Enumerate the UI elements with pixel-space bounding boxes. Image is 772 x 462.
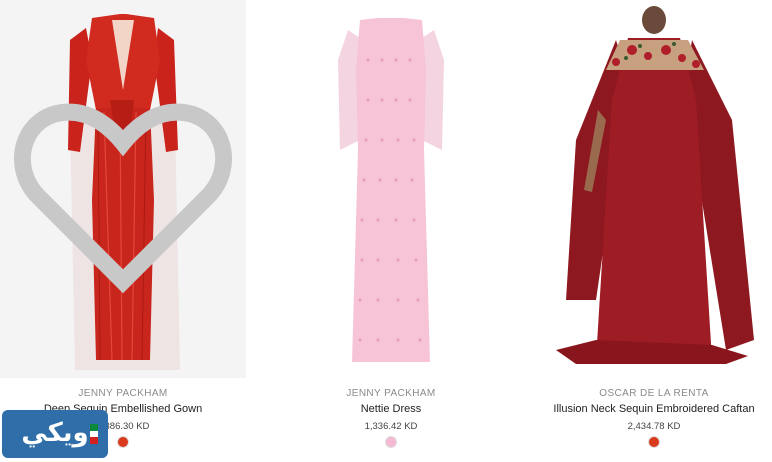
product-card[interactable]: JENNY PACKHAM Nettie Dress 1,336.42 KD <box>268 0 514 462</box>
pink-dress-image <box>268 0 514 378</box>
heart-icon[interactable] <box>0 0 246 378</box>
product-grid: JENNY PACKHAM Deep Sequin Embellished Go… <box>0 0 772 462</box>
product-image[interactable] <box>0 0 246 378</box>
product-brand: OSCAR DE LA RENTA <box>599 388 709 399</box>
product-image[interactable] <box>536 0 772 378</box>
product-brand: JENNY PACKHAM <box>78 388 168 399</box>
flag-icon <box>90 424 98 444</box>
color-swatch[interactable] <box>649 437 659 447</box>
product-name[interactable]: Nettie Dress <box>268 403 514 415</box>
product-image[interactable] <box>268 0 514 378</box>
watermark-logo: ويكي <box>2 410 108 458</box>
product-price: 2,434.78 KD <box>627 421 681 432</box>
product-card[interactable]: JENNY PACKHAM Deep Sequin Embellished Go… <box>0 0 246 462</box>
caftan-image <box>536 0 772 378</box>
product-card[interactable]: OSCAR DE LA RENTA Illusion Neck Sequin E… <box>536 0 772 462</box>
color-swatch[interactable] <box>386 437 396 447</box>
color-swatch[interactable] <box>118 437 128 447</box>
product-brand: JENNY PACKHAM <box>346 388 436 399</box>
watermark-text: ويكي <box>21 418 89 448</box>
product-price: 1,336.42 KD <box>364 421 418 432</box>
product-name[interactable]: Illusion Neck Sequin Embroidered Caftan <box>536 403 772 415</box>
